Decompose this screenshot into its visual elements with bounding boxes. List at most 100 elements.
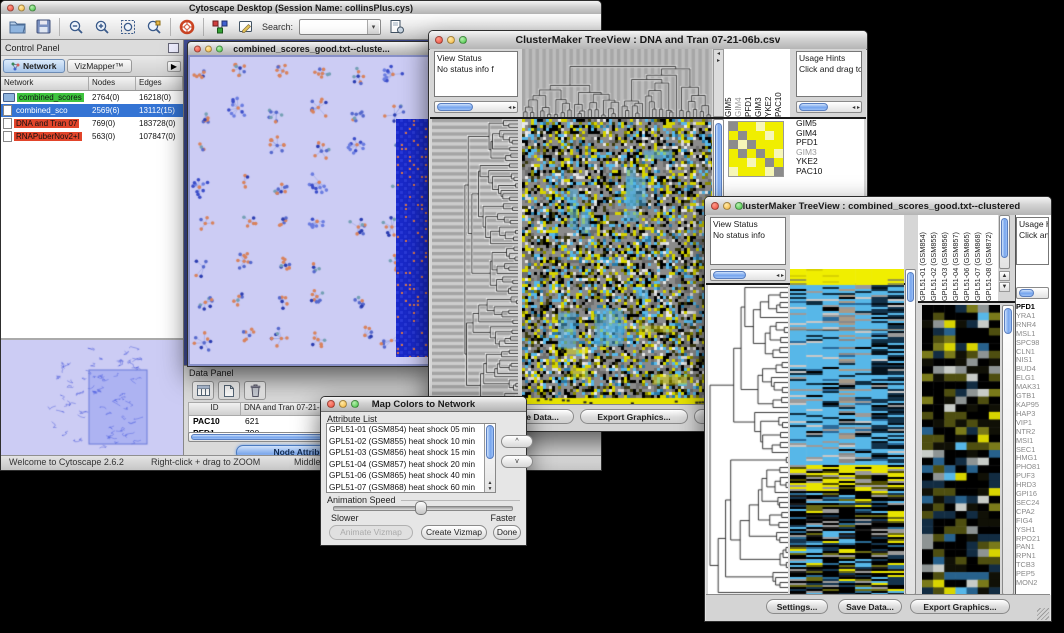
column-label[interactable]: GPL51-07 (GSM868) (973, 215, 984, 301)
minimize-icon[interactable] (447, 36, 455, 44)
network-canvas-area[interactable] (188, 55, 435, 366)
treeview2-titlebar[interactable]: ClusterMaker TreeView : combined_scores_… (705, 197, 1051, 216)
scrollbar-thumb[interactable] (799, 103, 828, 111)
attribute-list[interactable]: GPL51-01 (GSM854) heat shock 05 minGPL51… (326, 423, 496, 493)
matrix-cell[interactable] (756, 167, 765, 176)
matrix-cell[interactable] (729, 167, 738, 176)
move-down-button[interactable]: v (501, 455, 533, 468)
network-list-row[interactable]: combined_scores2764(0)16218(0) (1, 91, 183, 104)
scrollbar-thumb[interactable] (486, 425, 494, 459)
close-icon[interactable] (327, 400, 335, 408)
gene-label[interactable]: MON2 (1016, 579, 1050, 588)
matrix-cell[interactable] (747, 149, 756, 158)
scrollbar-thumb[interactable] (1019, 289, 1034, 297)
zoom-selected-icon[interactable] (144, 17, 164, 37)
attribute-table-icon[interactable] (192, 381, 214, 400)
vizmapper-nodes-icon[interactable] (210, 17, 230, 37)
done-button[interactable]: Done (493, 525, 521, 540)
column-label[interactable]: PFD1 (744, 49, 754, 117)
matrix-cell[interactable] (738, 158, 747, 167)
settings-button[interactable]: Settings... (766, 599, 828, 614)
zoom-window-icon[interactable] (351, 400, 359, 408)
matrix-cell[interactable] (747, 140, 756, 149)
scrollbar-arrows-icon[interactable]: ◂ ▸ (508, 102, 516, 112)
matrix-cell[interactable] (774, 122, 783, 131)
column-header-network[interactable]: Network (1, 77, 89, 90)
treeview1-titlebar[interactable]: ClusterMaker TreeView : DNA and Tran 07-… (429, 31, 867, 50)
matrix-cell[interactable] (756, 122, 765, 131)
dialog-titlebar[interactable]: Map Colors to Network (321, 397, 526, 412)
matrix-cell[interactable] (756, 149, 765, 158)
scroll-up-icon[interactable]: ▲ (999, 271, 1010, 281)
move-up-button[interactable]: ^ (501, 435, 533, 448)
column-label[interactable]: GPL51-08 (GSM872) (984, 215, 995, 301)
matrix-cell[interactable] (765, 140, 774, 149)
column-label[interactable]: GPL51-02 (GSM855) (929, 215, 940, 301)
attribute-list-item[interactable]: GPL51-03 (GSM856) heat shock 15 min (327, 447, 495, 459)
matrix-cell[interactable] (756, 140, 765, 149)
matrix-cell[interactable] (756, 158, 765, 167)
scrollbar-thumb[interactable] (1001, 218, 1008, 258)
column-label[interactable]: GPL51-01 (GSM854) (918, 215, 929, 301)
matrix-cell[interactable] (774, 167, 783, 176)
delete-attribute-trash-icon[interactable] (244, 381, 266, 400)
usage-hscrollbar[interactable] (1016, 287, 1049, 299)
search-config-icon[interactable] (387, 17, 407, 37)
matrix-cell[interactable] (774, 131, 783, 140)
dendrogram-corner-arrows-icon[interactable]: ◂▸ (713, 49, 724, 117)
zoom-window-icon[interactable] (216, 45, 223, 52)
attribute-list-item[interactable]: GPL51-02 (GSM855) heat shock 10 min (327, 436, 495, 448)
birds-eye-view[interactable] (1, 338, 183, 456)
row-dendrogram[interactable] (708, 285, 788, 595)
export-graphics-button[interactable]: Export Graphics... (580, 409, 688, 424)
attribute-list-item[interactable]: GPL51-04 (GSM857) heat shock 20 min (327, 459, 495, 471)
minimize-icon[interactable] (18, 4, 25, 11)
close-icon[interactable] (7, 4, 14, 11)
close-icon[interactable] (711, 202, 719, 210)
dense-network-block[interactable] (396, 119, 432, 357)
zoom-view-matrix[interactable] (728, 121, 784, 177)
matrix-cell[interactable] (738, 131, 747, 140)
attribute-list-item[interactable]: GPL51-06 (GSM865) heat shock 40 min (327, 470, 495, 482)
labels-vscrollbar[interactable] (999, 215, 1010, 269)
matrix-cell[interactable] (765, 158, 774, 167)
row-dendrogram[interactable] (432, 119, 518, 405)
search-dropdown-icon[interactable]: ▾ (367, 20, 379, 34)
column-header-edges[interactable]: Edges (136, 77, 183, 90)
zoom-in-icon[interactable] (92, 17, 112, 37)
matrix-cell[interactable] (774, 140, 783, 149)
scrollbar-thumb[interactable] (1004, 308, 1012, 334)
tab-vizmapper[interactable]: VizMapper™ (67, 59, 132, 73)
export-graphics-button[interactable]: Export Graphics... (910, 599, 1010, 614)
scroll-down-icon[interactable]: ▼ (999, 282, 1010, 292)
scrollbar-thumb[interactable] (907, 272, 914, 302)
zoom-fit-icon[interactable] (118, 17, 138, 37)
animate-vizmap-button[interactable]: Animate Vizmap (329, 525, 413, 540)
zoom-out-icon[interactable] (66, 17, 86, 37)
treeview2-zoom-heatmap[interactable] (922, 305, 1000, 595)
matrix-cell[interactable] (738, 122, 747, 131)
matrix-cell[interactable] (765, 122, 774, 131)
matrix-cell[interactable] (747, 167, 756, 176)
matrix-cell[interactable] (729, 158, 738, 167)
matrix-cell[interactable] (774, 158, 783, 167)
zoom-window-icon[interactable] (29, 4, 36, 11)
minimize-icon[interactable] (723, 202, 731, 210)
scrollbar-arrows-icon[interactable]: ◂ ▸ (776, 270, 784, 280)
matrix-cell[interactable] (747, 131, 756, 140)
network-list-row[interactable]: DNA and Tran 07769(0)183728(0) (1, 117, 183, 130)
close-icon[interactable] (435, 36, 443, 44)
matrix-cell[interactable] (738, 167, 747, 176)
column-label[interactable]: GPL51-03 (GSM856) (940, 215, 951, 301)
open-file-icon[interactable] (7, 17, 27, 37)
main-titlebar[interactable]: Cytoscape Desktop (Session Name: collins… (1, 1, 601, 15)
save-data-button[interactable]: Save Data... (838, 599, 902, 614)
column-dendrogram[interactable] (522, 49, 712, 117)
attribute-list-item[interactable]: GPL51-07 (GSM868) heat shock 60 min (327, 482, 495, 494)
network-list-row[interactable]: RNAPuberNov2+I563(0)107847(0) (1, 130, 183, 143)
column-label[interactable]: GIM5 (724, 49, 734, 117)
scrollbar-arrows-icon[interactable]: ◂ ▸ (852, 102, 860, 112)
zoom-window-icon[interactable] (459, 36, 467, 44)
tab-network[interactable]: Network (3, 59, 65, 73)
usage-hscrollbar[interactable]: ◂ ▸ (796, 101, 862, 113)
